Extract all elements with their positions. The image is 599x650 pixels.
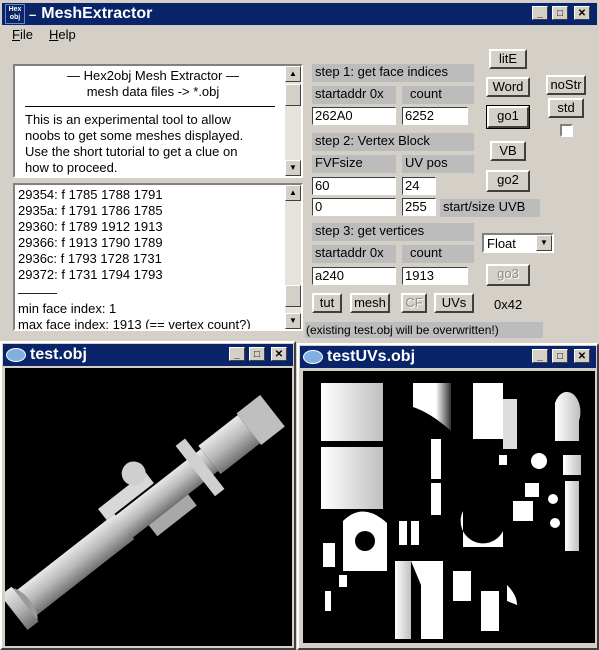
nostr-button[interactable]: noStr — [546, 75, 586, 95]
log-scrollbar[interactable]: ▲ ▼ — [285, 185, 301, 329]
info-heading: — Hex2obj Mesh Extractor — — [67, 68, 239, 83]
step2-fvf-input[interactable]: 60 — [312, 177, 396, 195]
close-button[interactable]: ✕ — [574, 6, 590, 20]
float-select-value: Float — [487, 236, 516, 251]
scroll-down-arrow-icon[interactable]: ▼ — [285, 313, 301, 329]
log-min-line: min face index: 1 — [18, 301, 117, 316]
info-line: noobs to get some meshes displayed. — [25, 128, 244, 143]
scroll-thumb[interactable] — [285, 285, 301, 307]
window-title: MeshExtractor — [41, 5, 153, 22]
step3-count-input[interactable]: 1913 — [402, 267, 468, 285]
scroll-up-arrow-icon[interactable]: ▲ — [285, 185, 301, 201]
minimize-button[interactable]: _ — [229, 347, 245, 361]
testuvs-titlebar[interactable]: testUVs.obj _ □ ✕ — [300, 346, 596, 368]
minimize-button[interactable]: _ — [532, 6, 548, 20]
step2-startsize-label: start/size UVB — [440, 199, 540, 217]
info-line: Use the short tutorial to get a clue on — [25, 144, 238, 159]
cf-button[interactable]: CF — [401, 293, 427, 313]
info-line: This is an experimental tool to allow — [25, 112, 231, 127]
info-line: how to proceed. — [25, 160, 118, 175]
checkbox[interactable] — [560, 124, 573, 137]
step3-startaddr-input[interactable]: a240 — [312, 267, 396, 285]
main-titlebar[interactable]: Hex obj – MeshExtractor _ □ ✕ — [2, 3, 597, 25]
step2-uvpos-label: UV pos — [402, 155, 474, 173]
std-button[interactable]: std — [548, 98, 584, 118]
step1-startaddr-input[interactable]: 262A0 — [312, 107, 396, 125]
step1-startaddr-label: startaddr 0x — [312, 86, 396, 104]
mesh-button[interactable]: mesh — [350, 293, 390, 313]
main-window: Hex obj – MeshExtractor _ □ ✕ File Help … — [0, 0, 599, 340]
scroll-down-arrow-icon[interactable]: ▼ — [285, 160, 301, 176]
log-max-line: max face index: 1913 (== vertex count?) — [18, 317, 251, 331]
rifle-scope-mesh — [5, 394, 285, 630]
info-scrollbar[interactable]: ▲ ▼ — [285, 66, 301, 176]
step3-label: step 3: get vertices — [312, 223, 474, 241]
test-obj-window: test.obj _ □ ✕ — [0, 341, 296, 650]
step2-size-input[interactable]: 255 — [402, 198, 436, 216]
close-button[interactable]: ✕ — [574, 349, 590, 363]
step2-label: step 2: Vertex Block — [312, 133, 474, 151]
step3-count-label: count — [402, 245, 474, 263]
uv-viewport[interactable] — [303, 371, 595, 643]
step2-start-input[interactable]: 0 — [312, 198, 396, 216]
step2-fvf-label: FVFsize — [312, 155, 396, 173]
minimize-button[interactable]: _ — [532, 349, 548, 363]
info-subheading: mesh data files -> *.obj — [86, 84, 220, 99]
menu-file[interactable]: File — [4, 27, 41, 45]
float-select[interactable]: Float ▼ — [482, 233, 554, 253]
app-icon: Hex obj — [5, 4, 25, 24]
scroll-up-arrow-icon[interactable]: ▲ — [285, 66, 301, 82]
log-textbox[interactable]: 29354: f 1785 1788 1791 2935a: f 1791 17… — [13, 183, 303, 331]
step1-label: step 1: get face indices — [312, 64, 474, 82]
menu-help[interactable]: Help — [41, 27, 84, 45]
maximize-button[interactable]: □ — [249, 347, 265, 361]
test-obj-title: test.obj — [30, 346, 87, 363]
maximize-button[interactable]: □ — [552, 349, 568, 363]
info-textbox[interactable]: — Hex2obj Mesh Extractor — mesh data fil… — [13, 64, 303, 178]
go2-button[interactable]: go2 — [486, 170, 530, 192]
step3-startaddr-label: startaddr 0x — [312, 245, 396, 263]
overwrite-warning: (existing test.obj will be overwritten!) — [305, 322, 543, 338]
uvs-button[interactable]: UVs — [434, 293, 474, 313]
maximize-button[interactable]: □ — [552, 6, 568, 20]
step1-count-label: count — [402, 86, 474, 104]
globe-icon — [6, 348, 26, 362]
mesh-viewport[interactable] — [5, 368, 292, 646]
testuvs-window: testUVs.obj _ □ ✕ — [297, 343, 599, 650]
go3-button[interactable]: go3 — [486, 264, 530, 286]
log-separator: ——— — [18, 285, 57, 300]
info-divider — [25, 106, 275, 107]
menu-bar: File Help — [4, 27, 84, 45]
log-line: 29372: f 1731 1794 1793 — [18, 267, 163, 282]
chevron-down-icon[interactable]: ▼ — [536, 235, 552, 251]
uv-map-islands — [321, 383, 581, 639]
log-line: 29354: f 1785 1788 1791 — [18, 187, 163, 202]
log-line: 29360: f 1789 1912 1913 — [18, 219, 163, 234]
globe-icon — [303, 350, 323, 364]
testuvs-title: testUVs.obj — [327, 348, 416, 365]
step1-count-input[interactable]: 6252 — [402, 107, 468, 125]
log-line: 29366: f 1913 1790 1789 — [18, 235, 163, 250]
vb-button[interactable]: VB — [490, 141, 526, 161]
tut-button[interactable]: tut — [312, 293, 342, 313]
lite-button[interactable]: litE — [489, 49, 527, 69]
log-line: 2936c: f 1793 1728 1731 — [18, 251, 162, 266]
go1-button[interactable]: go1 — [486, 105, 530, 129]
step2-uvpos-input[interactable]: 24 — [402, 177, 436, 195]
scroll-thumb[interactable] — [285, 84, 301, 106]
test-obj-titlebar[interactable]: test.obj _ □ ✕ — [3, 344, 293, 366]
word-button[interactable]: Word — [486, 77, 530, 97]
close-button[interactable]: ✕ — [271, 347, 287, 361]
log-line: 2935a: f 1791 1786 1785 — [18, 203, 163, 218]
hex-readout: 0x42 — [494, 297, 523, 312]
